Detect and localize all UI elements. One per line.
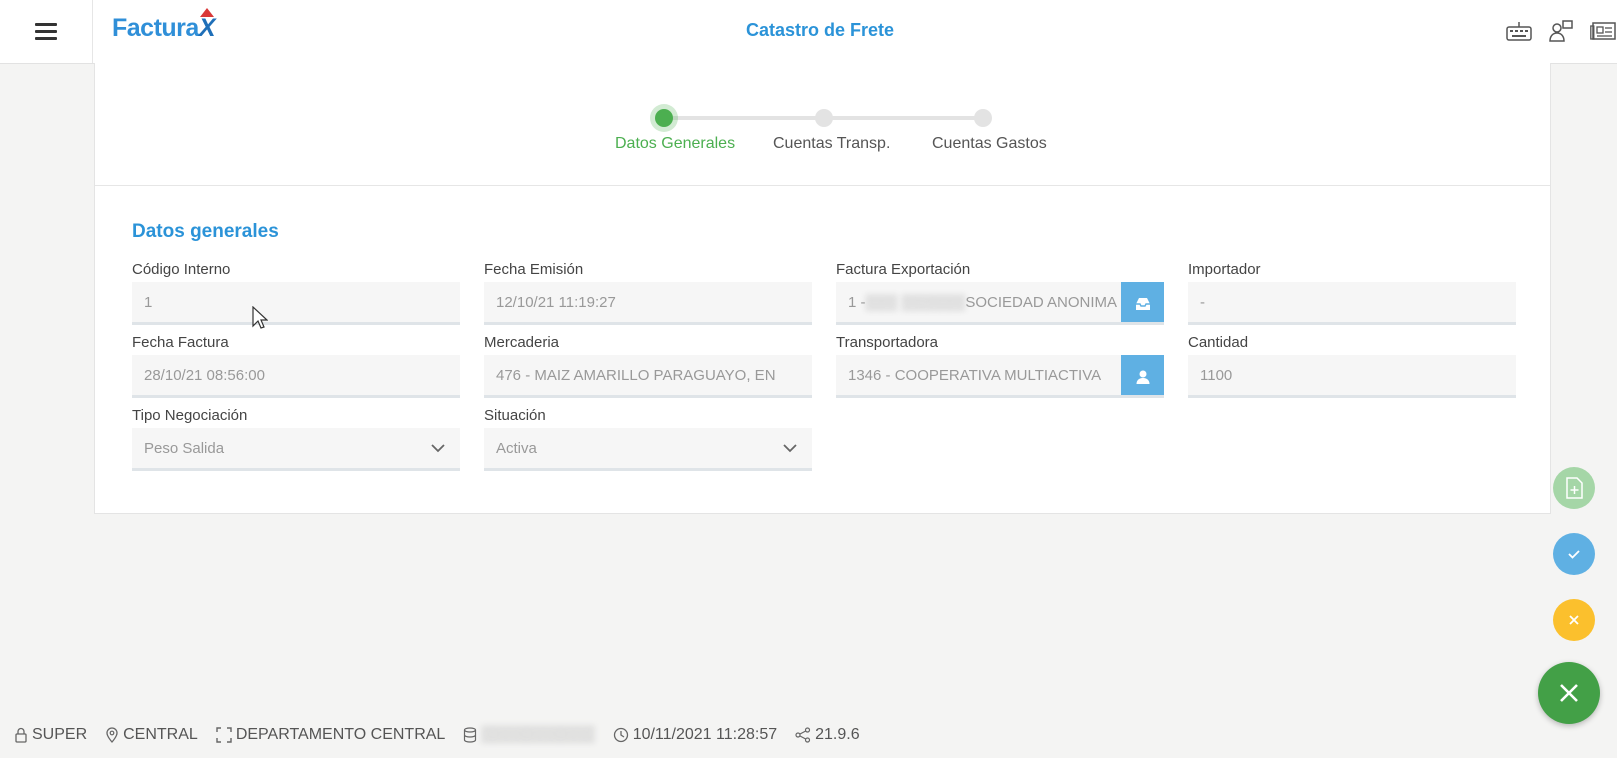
tipo-negociacion-select[interactable]: Peso Salida (132, 428, 460, 471)
cantidad-label: Cantidad (1188, 334, 1249, 351)
step-label-cuentas-transp[interactable]: Cuentas Transp. (773, 135, 890, 153)
status-datetime: 10/11/2021 11:28:57 (613, 726, 777, 744)
lock-icon (15, 727, 27, 743)
transportadora-field: Transportadora 1346 - COOPERATIVA MULTIA… (836, 334, 1164, 398)
mercaderia-label: Mercaderia (484, 334, 560, 351)
mercaderia-input[interactable]: 476 - MAIZ AMARILLO PARAGUAYO, EN (484, 355, 812, 398)
mouse-cursor-icon (252, 306, 268, 329)
status-database: ▒▒▒▒▒▒▒▒▒▒ (463, 726, 595, 744)
confirm-button[interactable] (1553, 533, 1595, 575)
status-location: CENTRAL (105, 726, 198, 744)
search-carrier-button[interactable] (1121, 355, 1164, 395)
importador-field: Importador - (1188, 261, 1516, 325)
fecha-factura-label: Fecha Factura (132, 334, 229, 351)
mercaderia-field: Mercaderia 476 - MAIZ AMARILLO PARAGUAYO… (484, 334, 812, 398)
form-card: Datos Generales Cuentas Transp. Cuentas … (94, 63, 1551, 514)
add-document-button[interactable] (1553, 467, 1595, 509)
step-dot-cuentas-gastos[interactable] (974, 109, 992, 127)
factura-exportacion-input[interactable]: 1 - ▒▒▒ ▒▒▒▒▒▒ SOCIEDAD ANONIMA (836, 282, 1164, 325)
status-user: SUPER (14, 726, 87, 744)
clock-icon (613, 727, 628, 743)
section-title: Datos generales (132, 221, 279, 242)
map-pin-icon (106, 727, 118, 743)
fecha-emision-input[interactable]: 12/10/21 11:19:27 (484, 282, 812, 325)
close-icon (1560, 684, 1578, 702)
hamburger-icon (35, 19, 57, 44)
factura-exportacion-field: Factura Exportación 1 - ▒▒▒ ▒▒▒▒▒▒ SOCIE… (836, 261, 1164, 325)
id-card-icon[interactable] (1589, 18, 1617, 44)
situacion-select[interactable]: Activa (484, 428, 812, 471)
tipo-negociacion-label: Tipo Negociación (132, 407, 248, 424)
blurred-text: ▒▒▒ ▒▒▒▒▒▒ (865, 293, 966, 311)
close-icon (1569, 615, 1579, 625)
top-bar: Factura X Catastro de Frete (0, 0, 1617, 64)
chevron-down-icon (783, 444, 797, 453)
share-icon (795, 727, 811, 743)
cancel-button[interactable] (1553, 599, 1595, 641)
keyboard-icon[interactable] (1505, 18, 1533, 44)
cantidad-field: Cantidad 1100 (1188, 334, 1516, 398)
status-department: DEPARTAMENTO CENTRAL (216, 726, 445, 744)
transportadora-input[interactable]: 1346 - COOPERATIVA MULTIACTIVA (836, 355, 1164, 398)
step-connector (665, 116, 825, 120)
logo-text: Factura (112, 14, 199, 42)
codigo-interno-label: Código Interno (132, 261, 231, 278)
santa-hat-icon (199, 8, 214, 17)
cantidad-input[interactable]: 1100 (1188, 355, 1516, 398)
codigo-interno-input[interactable]: 1 (132, 282, 460, 325)
user-icon (1136, 370, 1149, 384)
status-bar: SUPER CENTRAL DEPARTAMENTO CENTRAL ▒▒▒▒▒… (14, 726, 860, 744)
top-icons (1505, 18, 1617, 44)
step-label-cuentas-gastos[interactable]: Cuentas Gastos (932, 135, 1047, 153)
step-dot-cuentas-transp[interactable] (815, 109, 833, 127)
stepper: Datos Generales Cuentas Transp. Cuentas … (95, 63, 1550, 186)
importador-input[interactable]: - (1188, 282, 1516, 325)
inbox-icon (1135, 297, 1150, 310)
page-title: Catastro de Frete (745, 20, 895, 40)
chevron-down-icon (431, 444, 445, 453)
fecha-factura-input[interactable]: 28/10/21 08:56:00 (132, 355, 460, 398)
fecha-factura-field: Fecha Factura 28/10/21 08:56:00 (132, 334, 460, 398)
app-logo[interactable]: Factura X (112, 8, 216, 43)
close-actions-button[interactable] (1538, 662, 1600, 724)
transportadora-label: Transportadora (836, 334, 938, 351)
check-icon (1568, 550, 1580, 559)
fecha-emision-label: Fecha Emisión (484, 261, 584, 278)
step-connector (825, 116, 985, 120)
step-label-datos-generales[interactable]: Datos Generales (615, 135, 735, 153)
codigo-interno-field: Código Interno 1 (132, 261, 460, 325)
tipo-negociacion-field: Tipo Negociación Peso Salida (132, 407, 460, 471)
factura-exportacion-label: Factura Exportación (836, 261, 971, 278)
new-document-icon (1566, 477, 1583, 499)
database-icon (464, 727, 477, 743)
users-icon[interactable] (1547, 18, 1575, 44)
situacion-label: Situación (484, 407, 546, 424)
status-version: 21.9.6 (795, 726, 860, 744)
importador-label: Importador (1188, 261, 1261, 278)
logo-x: X (199, 8, 216, 42)
search-invoice-button[interactable] (1121, 282, 1164, 322)
step-dot-datos-generales[interactable] (655, 109, 673, 127)
fecha-emision-field: Fecha Emisión 12/10/21 11:19:27 (484, 261, 812, 325)
menu-button[interactable] (0, 0, 93, 63)
frame-icon (216, 727, 232, 743)
situacion-field: Situación Activa (484, 407, 812, 471)
